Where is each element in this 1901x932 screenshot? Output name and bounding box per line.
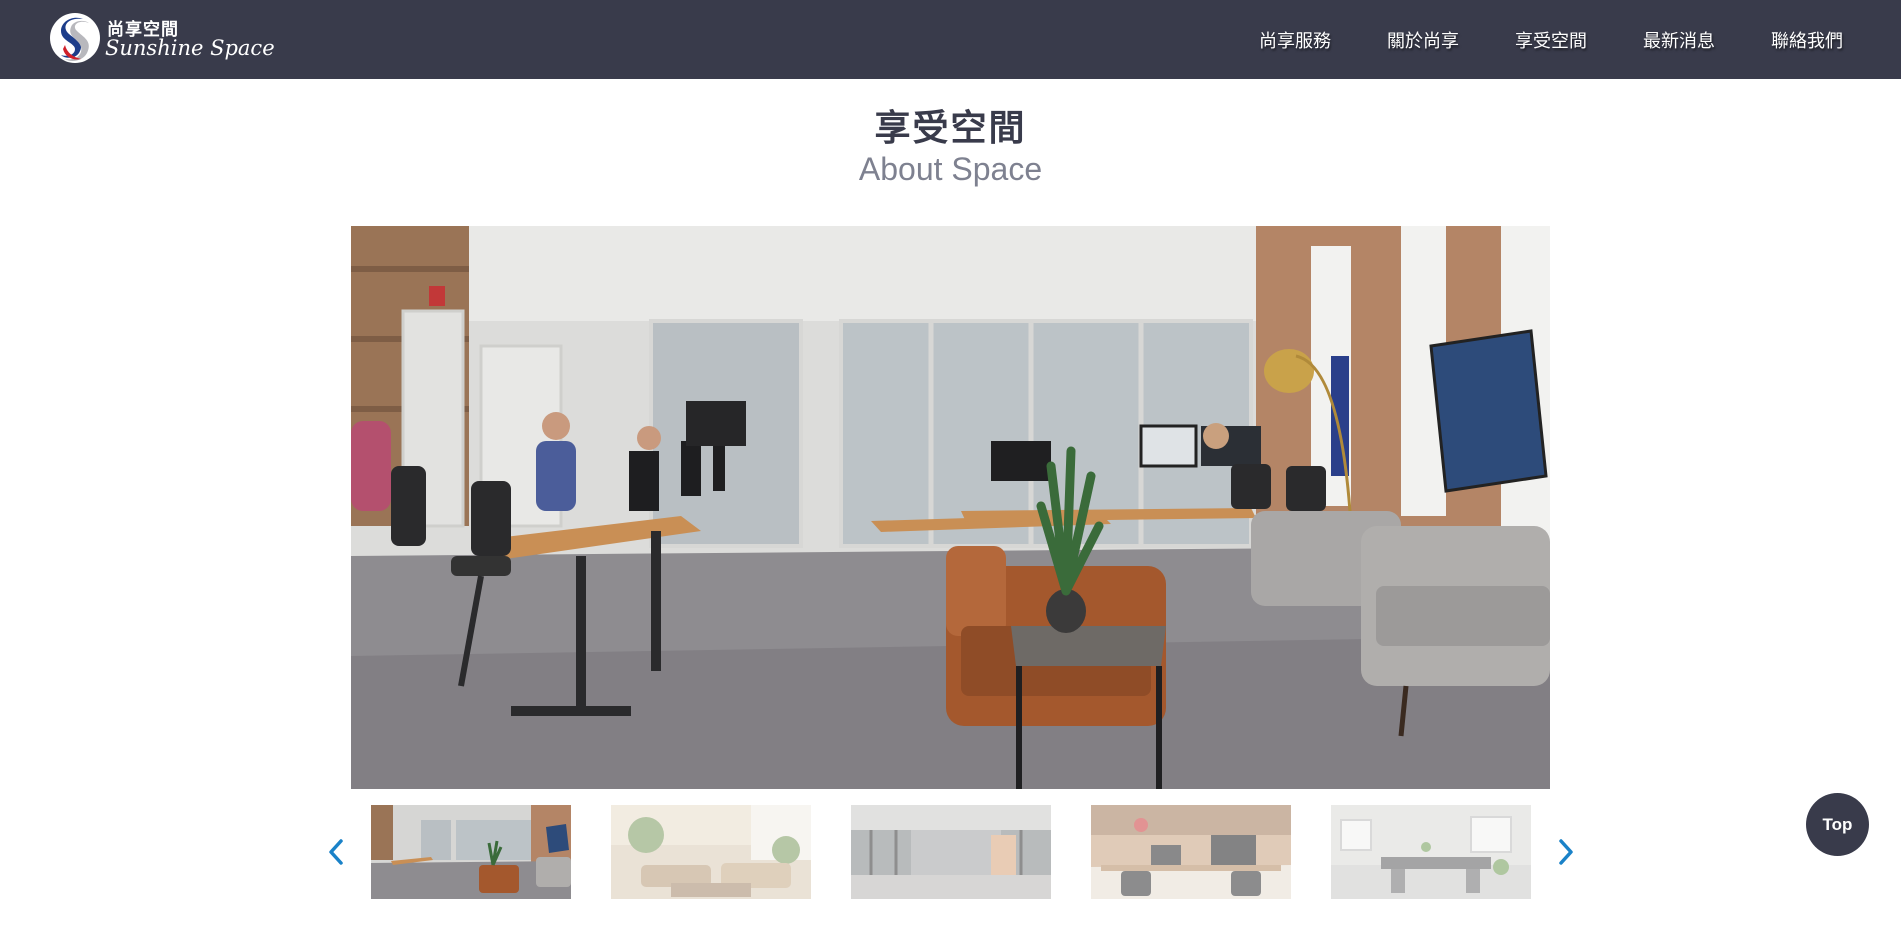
nav-item-news[interactable]: 最新消息 xyxy=(1643,27,1715,53)
nav-item-space[interactable]: 享受空間 xyxy=(1515,27,1587,53)
section-title: 享受空間 About Space xyxy=(0,108,1901,188)
logo-name-en: Sunshine Space xyxy=(105,36,275,60)
site-logo[interactable]: 尚享空間 Sunshine Space xyxy=(49,11,275,67)
gallery-thumbnail-4[interactable] xyxy=(1091,805,1291,899)
gallery-thumbnails xyxy=(0,805,1901,899)
gallery-thumbnail-5[interactable] xyxy=(1331,805,1531,899)
gallery-main-image xyxy=(351,226,1550,789)
chevron-left-icon xyxy=(329,839,343,865)
chevron-right-icon xyxy=(1559,839,1573,865)
section-title-cn: 享受空間 xyxy=(874,108,1027,149)
thumb-meeting-room-image xyxy=(1331,805,1531,899)
back-to-top-button[interactable]: Top xyxy=(1806,793,1869,856)
gallery-prev-button[interactable] xyxy=(321,805,351,899)
main-nav: 尚享服務 關於尚享 享受空間 最新消息 聯絡我們 xyxy=(1203,0,1843,79)
logo-mark-icon xyxy=(50,13,100,63)
gallery-next-button[interactable] xyxy=(1551,805,1581,899)
nav-item-about[interactable]: 關於尚享 xyxy=(1387,27,1459,53)
nav-item-services[interactable]: 尚享服務 xyxy=(1259,27,1331,53)
gallery-thumbnail-2[interactable] xyxy=(611,805,811,899)
thumb-workstations-image xyxy=(1091,805,1291,899)
thumb-corridor-image xyxy=(851,805,1051,899)
thumb-office-image xyxy=(371,805,571,899)
office-photo xyxy=(351,226,1550,789)
thumb-lounge-image xyxy=(611,805,811,899)
section-title-en: About Space xyxy=(858,151,1043,187)
site-header: 尚享空間 Sunshine Space 尚享服務 關於尚享 享受空間 最新消息 … xyxy=(0,0,1901,79)
gallery-thumbnail-1[interactable] xyxy=(371,805,571,899)
gallery-thumbnail-3[interactable] xyxy=(851,805,1051,899)
nav-item-contact[interactable]: 聯絡我們 xyxy=(1771,27,1843,53)
